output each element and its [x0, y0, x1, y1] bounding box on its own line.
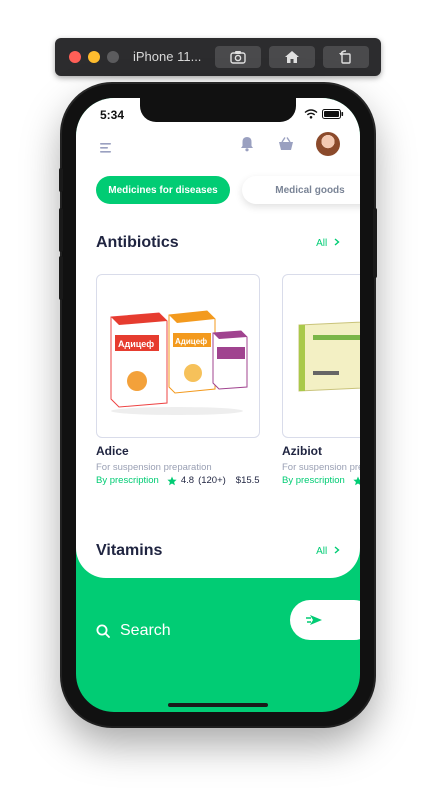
all-label: All: [316, 546, 328, 557]
medicine-box-image: [298, 321, 360, 392]
close-window-button[interactable]: [69, 51, 81, 63]
tab-medicines-for-diseases[interactable]: Medicines for diseases: [96, 176, 230, 204]
battery-icon: [322, 109, 344, 119]
send-button[interactable]: [290, 600, 360, 640]
product-name-azibiot[interactable]: Azibiot: [282, 444, 322, 458]
search-label[interactable]: Search: [120, 622, 171, 640]
app-screen: 5:34 Medicines for diseases Medical good…: [76, 98, 360, 712]
zoom-window-button[interactable]: [107, 51, 119, 63]
product-meta-azibiot: By prescription: [282, 475, 360, 486]
menu-icon[interactable]: [100, 140, 112, 158]
star-icon: [167, 476, 177, 485]
section-title-vitamins: Vitamins: [96, 542, 163, 559]
simulator-title: iPhone 11...: [133, 49, 202, 64]
wifi-icon: [304, 109, 318, 119]
star-icon: [353, 476, 360, 485]
prescription-label: By prescription: [282, 475, 345, 486]
minimize-window-button[interactable]: [88, 51, 100, 63]
status-icons: [304, 109, 344, 119]
chevron-right-icon: [334, 546, 340, 554]
side-button: [59, 168, 63, 192]
screenshot-icon: [230, 51, 246, 64]
box-label-middle: Адицеф: [175, 337, 207, 346]
price: $15.5: [235, 475, 260, 486]
section-title-antibiotics: Antibiotics: [96, 234, 179, 251]
avatar[interactable]: [316, 132, 340, 156]
power-button: [373, 208, 377, 278]
basket-icon[interactable]: [278, 136, 294, 157]
product-name-adice[interactable]: Adice: [96, 444, 129, 458]
status-time: 5:34: [100, 108, 125, 122]
rating-value: 4.8: [180, 475, 195, 486]
review-count: (120+): [198, 475, 226, 486]
rotate-icon: [339, 50, 351, 64]
product-image-azibiot[interactable]: [282, 274, 360, 438]
content-card: 5:34 Medicines for diseases Medical good…: [76, 98, 360, 578]
all-label: All: [316, 238, 328, 249]
volume-up-button: [59, 208, 63, 252]
bell-icon[interactable]: [240, 136, 254, 157]
home-button[interactable]: [269, 46, 315, 68]
home-indicator[interactable]: [168, 703, 268, 707]
simulator-toolbar: iPhone 11...: [55, 38, 381, 76]
volume-down-button: [59, 256, 63, 300]
search-icon[interactable]: [96, 624, 110, 643]
antibiotics-all-link[interactable]: All: [316, 238, 340, 249]
product-description-azibiot: For suspension preparation: [282, 462, 360, 473]
medicine-box-image: Адицеф Адицеф: [110, 310, 248, 415]
product-meta-adice: By prescription 4.8 (120+) $15.5: [96, 475, 260, 486]
box-label-left: Адицеф: [118, 339, 154, 349]
phone-frame: 5:34 Medicines for diseases Medical good…: [59, 84, 377, 726]
notch: [140, 98, 296, 122]
product-description-adice: For suspension preparation: [96, 462, 212, 473]
rotate-button[interactable]: [323, 46, 369, 68]
screenshot-button[interactable]: [215, 46, 261, 68]
home-icon: [285, 51, 299, 63]
vitamins-all-link[interactable]: All: [316, 546, 340, 557]
prescription-label: By prescription: [96, 475, 159, 486]
product-image-adice[interactable]: Адицеф Адицеф: [96, 274, 260, 438]
chevron-right-icon: [334, 238, 340, 246]
send-icon: [306, 615, 322, 625]
tab-medical-goods[interactable]: Medical goods: [242, 176, 360, 204]
